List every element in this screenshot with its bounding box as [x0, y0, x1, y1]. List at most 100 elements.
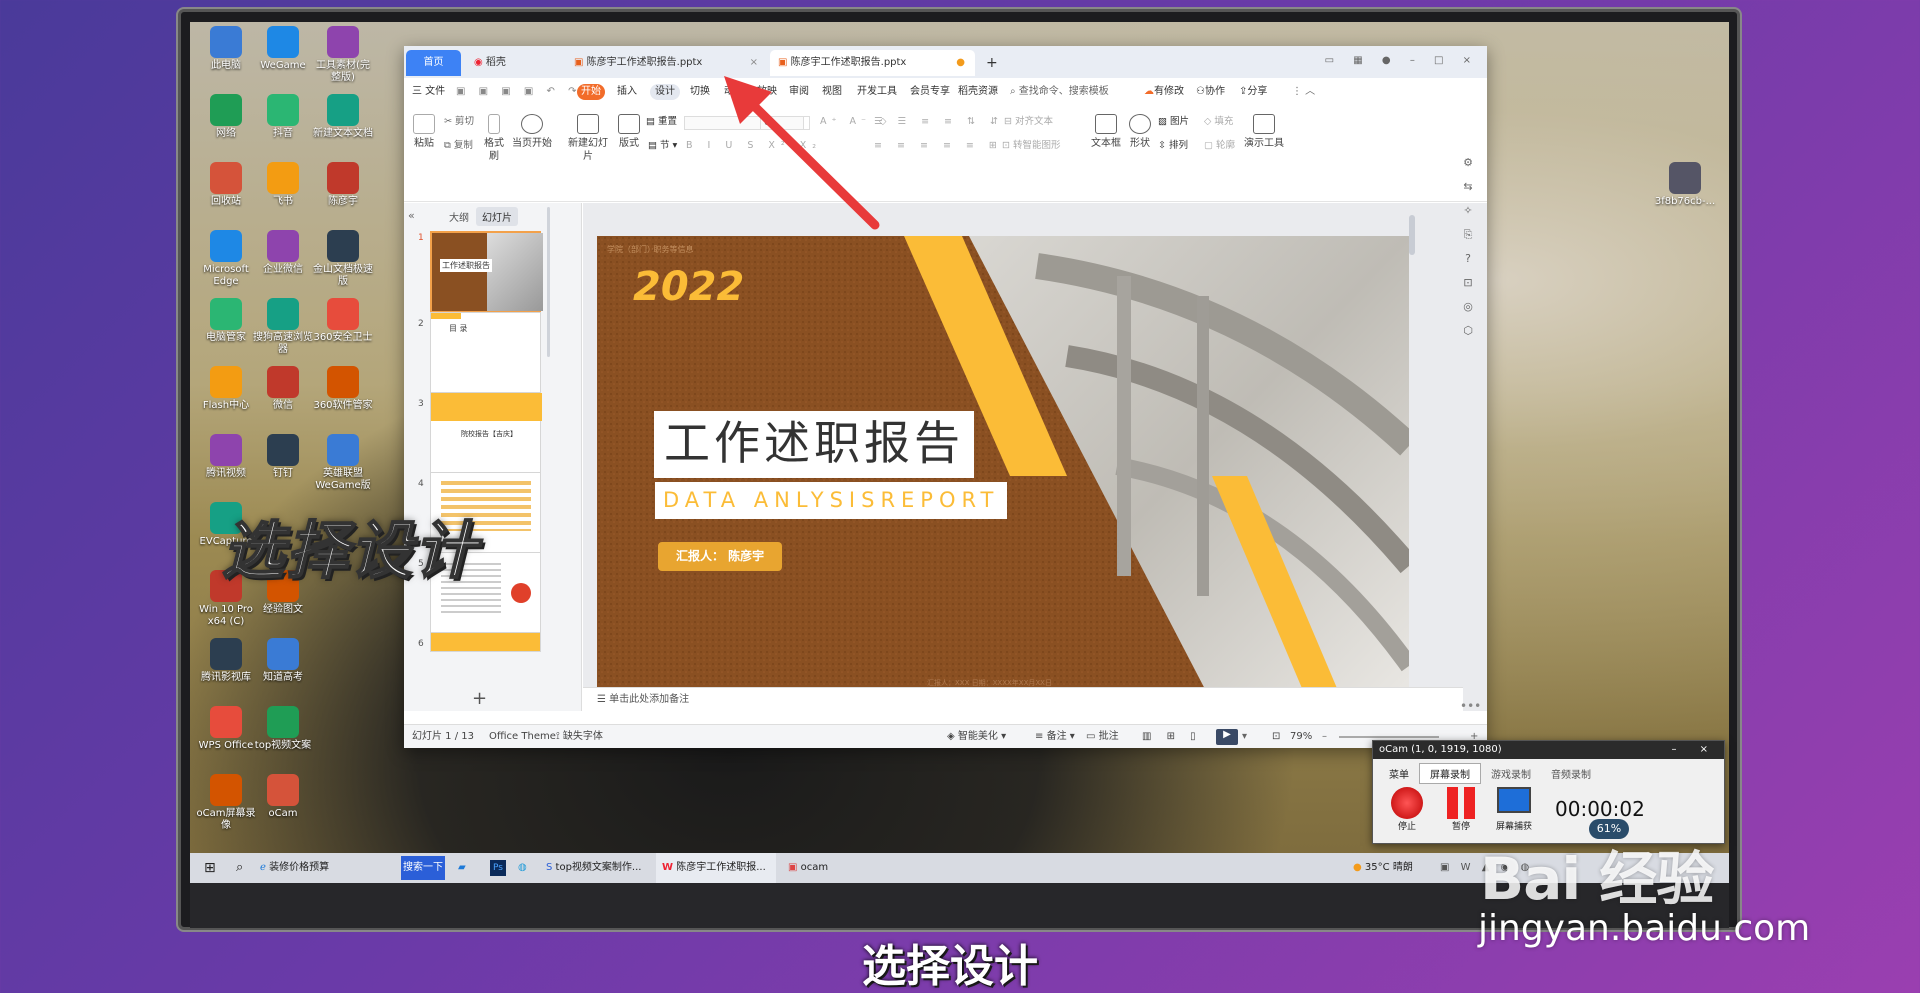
notes-area[interactable]: ☰ 单击此处添加备注: [583, 687, 1463, 711]
ocam-pause-button[interactable]: 暂停: [1443, 787, 1479, 832]
add-slide-icon[interactable]: +: [472, 688, 487, 709]
command-search[interactable]: ⌕ 查找命令、搜索模板: [1010, 84, 1109, 100]
copy-button[interactable]: ⧉ 复制: [444, 140, 473, 152]
slide-thumb-6[interactable]: [430, 632, 541, 652]
slide-thumb-3[interactable]: 院校报告【吉庆】: [430, 392, 542, 474]
play-from-current-button[interactable]: 当页开始: [512, 114, 552, 150]
tab-daoke[interactable]: ◉ 稻壳: [466, 50, 562, 76]
desktop-icon[interactable]: 新建文本文档: [312, 94, 374, 140]
slide-canvas[interactable]: 学院（部门）·职务等信息 2022 工作述职报告 DATA ANLYSISREP…: [597, 236, 1409, 693]
taskbar-item-3[interactable]: W 陈彦宇工作述职报...: [656, 853, 776, 883]
window-controls[interactable]: – ×: [1671, 741, 1718, 759]
presentation-tools-button[interactable]: 演示工具: [1244, 114, 1284, 150]
comment-button[interactable]: ▭ 批注: [1086, 731, 1119, 743]
more-icon[interactable]: ⋮ ︿: [1292, 84, 1315, 100]
ocam-tab-screen[interactable]: 屏幕录制: [1419, 763, 1481, 784]
desktop-icon[interactable]: WPS Office: [195, 706, 257, 752]
edge-icon[interactable]: ◍: [518, 853, 527, 883]
fill-button[interactable]: ◇ 填充: [1204, 116, 1233, 128]
shape-button[interactable]: 形状: [1124, 114, 1156, 150]
slide-thumb-2[interactable]: 目 录: [430, 312, 541, 394]
share-button[interactable]: ⇪分享: [1239, 84, 1267, 100]
tab-home[interactable]: 首页: [406, 50, 461, 76]
taskbar-item-2[interactable]: S top视频文案制作...: [546, 853, 656, 883]
collapse-icon[interactable]: «: [408, 209, 415, 222]
desktop-icon[interactable]: oCam屏幕录像: [195, 774, 257, 832]
textbox-button[interactable]: 文本框: [1089, 114, 1123, 150]
desktop-icon[interactable]: 网络: [195, 94, 257, 140]
menu-insert[interactable]: 插入: [617, 84, 637, 100]
right-sidebar-icons[interactable]: ⚙ ⇆ ✧ ⎘? ⊡ ◎ ⬡: [1456, 151, 1480, 343]
new-tab-button[interactable]: +: [982, 50, 1006, 76]
desktop-icon[interactable]: 企业微信: [252, 230, 314, 276]
smart-art-button[interactable]: ⊡ 转智能图形: [1002, 140, 1061, 152]
window-controls[interactable]: ▭ ▦ ● – □ ×: [1325, 55, 1479, 66]
chevron-down-icon[interactable]: ▾: [1242, 731, 1247, 743]
desktop-icon[interactable]: top视频文案: [252, 706, 314, 752]
taskbar-item-4[interactable]: ▣ ocam: [788, 853, 828, 883]
outline-button[interactable]: ▢ 轮廓: [1204, 140, 1235, 152]
file-menu[interactable]: 三 文件: [412, 84, 445, 100]
desktop-icon[interactable]: 回收站: [195, 162, 257, 208]
ocam-tab-game[interactable]: 游戏录制: [1481, 764, 1541, 783]
desktop-icon[interactable]: 工具素材(完整版): [312, 26, 374, 84]
desktop-icon[interactable]: 抖音: [252, 94, 314, 140]
menu-daoke[interactable]: 稻壳资源: [958, 84, 998, 100]
new-slide-button[interactable]: 新建幻灯片: [564, 114, 612, 163]
more-icon[interactable]: •••: [1460, 699, 1481, 713]
paste-button[interactable]: 粘贴: [410, 114, 438, 150]
cut-button[interactable]: ✂ 剪切: [444, 116, 474, 128]
search-icon[interactable]: ⌕: [236, 853, 243, 883]
desktop-icon[interactable]: WeGame: [252, 26, 314, 72]
weather-widget[interactable]: ● 35°C 晴朗: [1353, 853, 1413, 883]
section-button[interactable]: ▤ 节 ▾: [648, 140, 677, 152]
notes-toggle[interactable]: ≡ 备注 ▾: [1035, 731, 1075, 743]
pane-scrollbar[interactable]: [547, 207, 550, 357]
desktop-icon[interactable]: 陈彦宇: [312, 162, 374, 208]
ocam-tab-audio[interactable]: 音频录制: [1541, 764, 1601, 783]
zoom-slider[interactable]: [1339, 736, 1439, 738]
menu-design[interactable]: 设计: [650, 84, 680, 100]
ocam-stop-button[interactable]: 停止: [1389, 787, 1425, 832]
layout-button[interactable]: 版式: [615, 114, 643, 150]
desktop-icon[interactable]: 英雄联盟WeGame版: [312, 434, 374, 492]
ocam-tab-menu[interactable]: 菜单: [1379, 764, 1419, 783]
ocam-capture-button[interactable]: 屏幕捕获: [1491, 787, 1537, 832]
missing-font-button[interactable]: ⟟ 缺失字体: [556, 731, 603, 743]
desktop-icon[interactable]: Flash中心: [195, 366, 257, 412]
format-painter-button[interactable]: 格式刷: [480, 114, 508, 163]
beautify-button[interactable]: ◈ 智能美化 ▾: [947, 731, 1006, 743]
baidu-search-button[interactable]: 搜索一下: [401, 856, 445, 880]
desktop-icon[interactable]: 微信: [252, 366, 314, 412]
desktop-icon[interactable]: 知道高考: [252, 638, 314, 684]
desktop-icon[interactable]: 电脑管家: [195, 298, 257, 344]
align-text-button[interactable]: ⊟ 对齐文本: [1004, 116, 1053, 128]
desktop-icon[interactable]: 金山文档极速版: [312, 230, 374, 288]
slide-thumb-1[interactable]: 工作述职报告: [430, 231, 543, 313]
desktop-icon[interactable]: Microsoft Edge: [195, 230, 257, 288]
windows-start-icon[interactable]: ⊞: [204, 853, 216, 883]
desktop-icon-image[interactable]: 3f8b76cb-...: [1654, 162, 1716, 208]
arrange-button[interactable]: ⇳ 排列: [1158, 140, 1188, 152]
zoom-out-icon[interactable]: –: [1322, 731, 1327, 743]
desktop-icon[interactable]: 腾讯影视库: [195, 638, 257, 684]
play-slideshow-button[interactable]: ▶: [1216, 729, 1238, 745]
collab-button[interactable]: ⚇协作: [1196, 84, 1225, 100]
photoshop-icon[interactable]: Ps: [490, 860, 506, 876]
reset-button[interactable]: ▤ 重置: [646, 116, 677, 128]
desktop-icon[interactable]: 钉钉: [252, 434, 314, 480]
picture-button[interactable]: ▨ 图片: [1158, 116, 1189, 128]
explorer-icon[interactable]: ▰: [458, 853, 466, 883]
taskbar-item-1[interactable]: ℯ 装修价格预算: [260, 853, 356, 883]
fit-icon[interactable]: ⊡: [1272, 731, 1280, 743]
desktop-icon[interactable]: 搜狗高速浏览器: [252, 298, 314, 356]
editor-scrollbar[interactable]: [1409, 215, 1415, 255]
menu-start[interactable]: 开始: [577, 84, 605, 100]
desktop-icon[interactable]: 飞书: [252, 162, 314, 208]
desktop-icon[interactable]: 此电脑: [195, 26, 257, 72]
desktop-icon[interactable]: 360安全卫士: [312, 298, 374, 344]
menu-member[interactable]: 会员专享: [910, 84, 950, 100]
view-mode-icons[interactable]: ▥ ⊞ ▯: [1142, 731, 1202, 743]
desktop-icon[interactable]: oCam: [252, 774, 314, 820]
slides-tab[interactable]: 幻灯片: [476, 207, 518, 226]
